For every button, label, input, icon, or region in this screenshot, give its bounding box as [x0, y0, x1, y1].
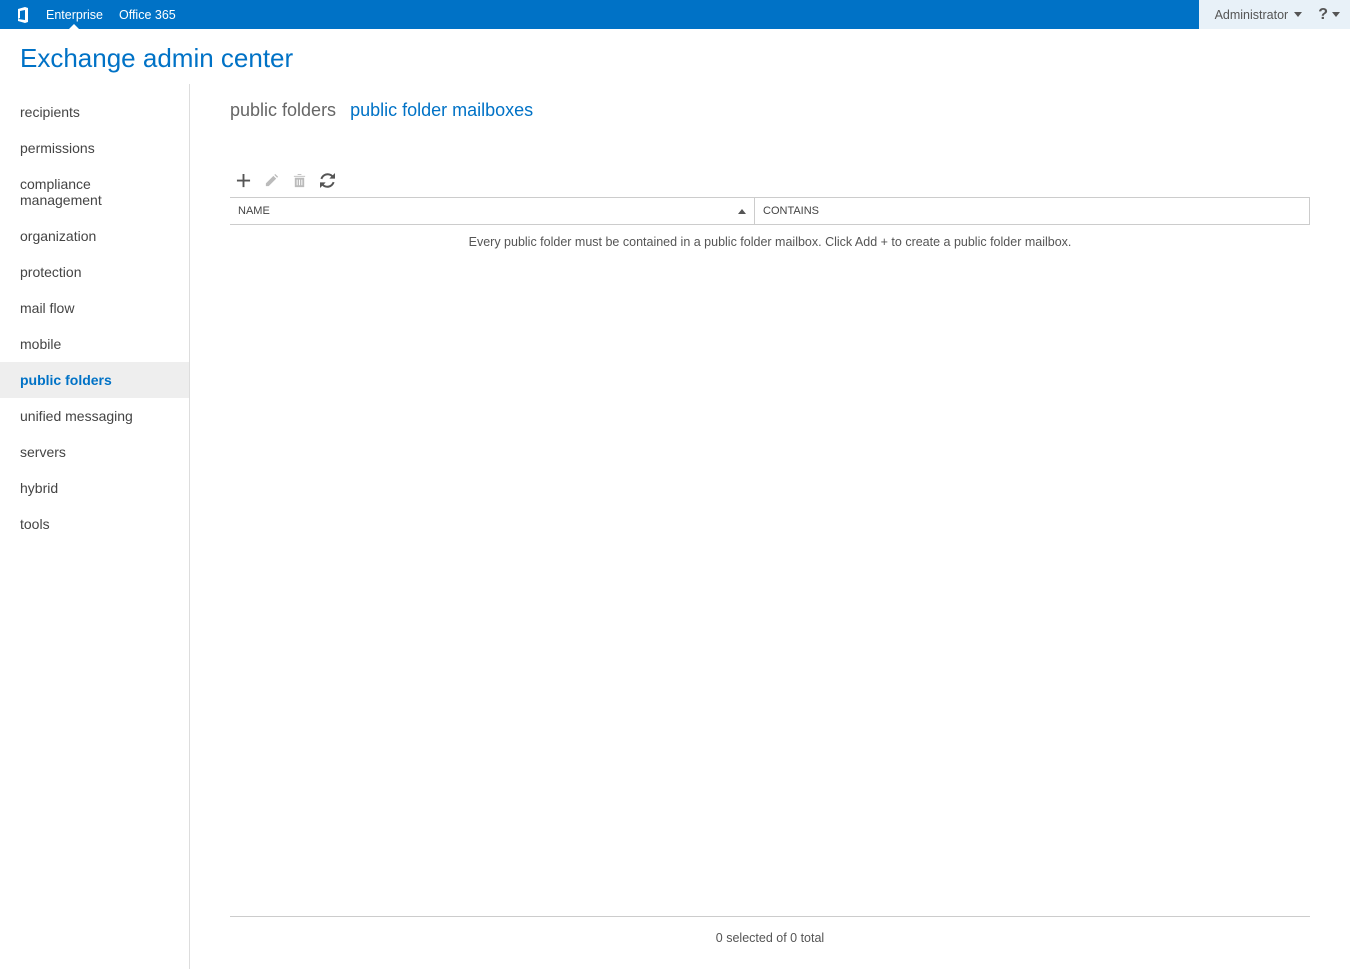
sidebar-item-protection[interactable]: protection [0, 254, 189, 290]
column-header-contains[interactable]: CONTAINS [755, 198, 1310, 224]
sidebar-item-hybrid[interactable]: hybrid [0, 470, 189, 506]
help-icon: ? [1318, 6, 1328, 24]
table-header: NAME CONTAINS [230, 197, 1310, 225]
toolbar [230, 171, 1310, 189]
topbar-link-enterprise[interactable]: Enterprise [38, 0, 111, 29]
user-menu[interactable]: Administrator [1209, 8, 1309, 22]
refresh-button[interactable] [318, 171, 336, 189]
page-title: Exchange admin center [0, 29, 1350, 84]
tab-bar: public folders public folder mailboxes [230, 100, 1310, 121]
table-spacer [230, 259, 1310, 916]
edit-button [262, 171, 280, 189]
sidebar-item-public-folders[interactable]: public folders [0, 362, 189, 398]
sidebar-item-tools[interactable]: tools [0, 506, 189, 542]
refresh-icon [320, 173, 335, 188]
sidebar-item-mail-flow[interactable]: mail flow [0, 290, 189, 326]
delete-button [290, 171, 308, 189]
sidebar-item-recipients[interactable]: recipients [0, 94, 189, 130]
column-header-name-label: NAME [238, 205, 270, 217]
trash-icon [292, 173, 307, 188]
pencil-icon [264, 173, 279, 188]
sidebar-item-unified-messaging[interactable]: unified messaging [0, 398, 189, 434]
sort-ascending-icon [738, 209, 746, 214]
sidebar-item-permissions[interactable]: permissions [0, 130, 189, 166]
office-logo-icon[interactable] [8, 0, 38, 29]
sidebar-item-organization[interactable]: organization [0, 218, 189, 254]
topbar-left: Enterprise Office 365 [0, 0, 184, 29]
sidebar-item-servers[interactable]: servers [0, 434, 189, 470]
sidebar: recipients permissions compliance manage… [0, 84, 190, 969]
caret-down-icon [1332, 12, 1340, 17]
help-menu[interactable]: ? [1318, 6, 1340, 24]
topbar-right: Administrator ? [1199, 0, 1350, 29]
selection-status: 0 selected of 0 total [230, 917, 1310, 969]
body-wrap: recipients permissions compliance manage… [0, 84, 1350, 969]
sidebar-item-mobile[interactable]: mobile [0, 326, 189, 362]
table-body: Every public folder must be contained in… [230, 225, 1310, 969]
add-button[interactable] [234, 171, 252, 189]
plus-icon [236, 173, 251, 188]
column-header-name[interactable]: NAME [230, 198, 755, 224]
tab-public-folders[interactable]: public folders [230, 100, 336, 121]
empty-table-message: Every public folder must be contained in… [230, 225, 1310, 259]
user-label: Administrator [1215, 8, 1289, 22]
column-header-contains-label: CONTAINS [763, 205, 819, 217]
sidebar-item-compliance-management[interactable]: compliance management [0, 166, 189, 218]
main-content: public folders public folder mailboxes N… [190, 84, 1350, 969]
topbar: Enterprise Office 365 Administrator ? [0, 0, 1350, 29]
caret-down-icon [1294, 12, 1302, 17]
topbar-link-office365[interactable]: Office 365 [111, 0, 184, 29]
tab-public-folder-mailboxes[interactable]: public folder mailboxes [350, 100, 533, 121]
